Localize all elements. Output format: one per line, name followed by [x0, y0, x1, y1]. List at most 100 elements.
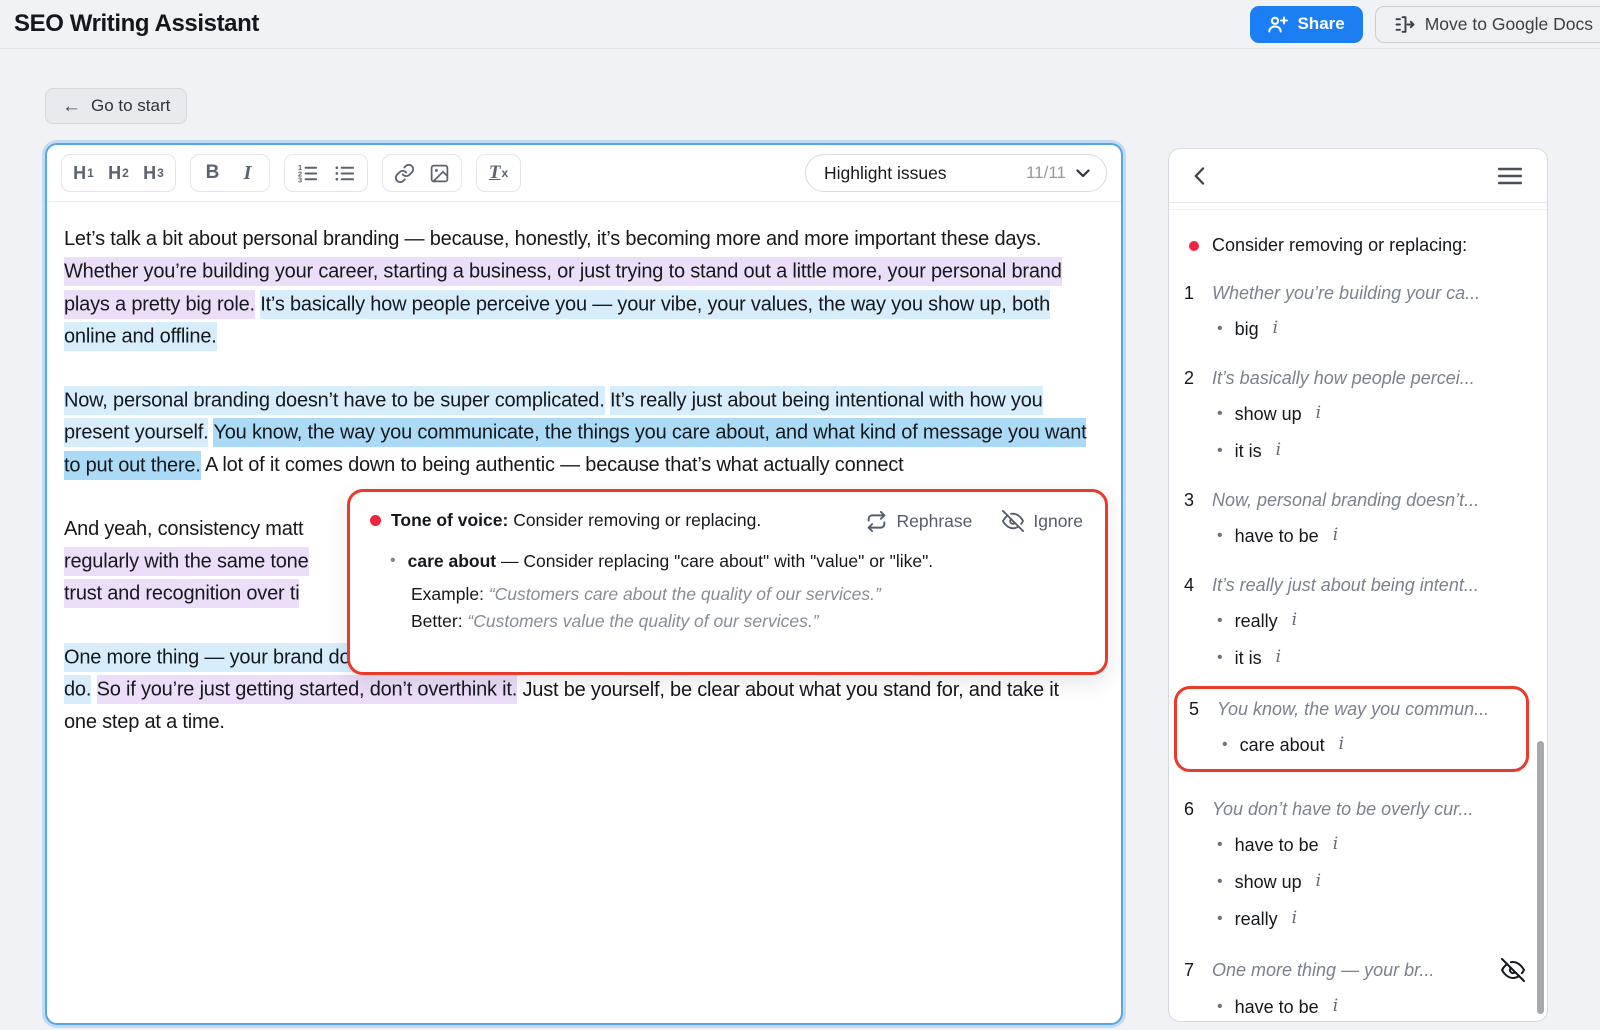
suggestion-row[interactable]: • it is i	[1217, 439, 1525, 463]
issue-title[interactable]: You don’t have to be overly cur...	[1212, 799, 1474, 820]
issue-number: 6	[1184, 799, 1212, 820]
info-icon[interactable]: i	[1316, 403, 1321, 423]
issue-item-3[interactable]: 3Now, personal branding doesn’t...•have …	[1184, 490, 1525, 548]
suggestion-label[interactable]: really	[1235, 909, 1278, 930]
bullet-dot: •	[1217, 442, 1223, 460]
suggestion-label[interactable]: it is	[1235, 441, 1262, 462]
bullet-dot: •	[1217, 910, 1223, 928]
suggestion-row[interactable]: • have to be i	[1217, 833, 1525, 857]
eye-off-icon[interactable]	[1501, 958, 1525, 982]
issue-item-7[interactable]: 7One more thing — your br... • have to be i	[1184, 958, 1525, 1019]
info-icon[interactable]: i	[1316, 871, 1321, 891]
issue-title[interactable]: You know, the way you commun...	[1217, 699, 1489, 720]
highlight-issues-dropdown[interactable]: Highlight issues 11/11	[805, 154, 1107, 192]
svg-text:3: 3	[298, 175, 302, 184]
link-icon[interactable]	[388, 158, 421, 188]
italic-button[interactable]: I	[231, 158, 264, 188]
bullet-dot: •	[1217, 836, 1223, 854]
scrollbar-thumb[interactable]	[1537, 741, 1544, 1014]
issue-title[interactable]: One more thing — your br...	[1212, 960, 1434, 981]
info-icon[interactable]: i	[1292, 610, 1297, 630]
highlighted-issue-text[interactable]: So if you’re just getting started, don’t…	[97, 675, 518, 704]
info-icon[interactable]: i	[1276, 647, 1281, 667]
suggestion-row[interactable]: • show up i	[1217, 402, 1525, 426]
move-to-google-docs-button[interactable]: Move to Google Docs	[1375, 6, 1600, 43]
clear-formatting-icon[interactable]: Tx	[482, 158, 515, 188]
suggestion-row[interactable]: • reallyi	[1217, 907, 1525, 931]
ignore-button[interactable]: Ignore	[1002, 510, 1083, 532]
issue-item-5[interactable]: 5You know, the way you commun...•care ab…	[1174, 686, 1529, 772]
editor-paragraph[interactable]: Now, personal branding doesn’t have to b…	[64, 384, 1091, 482]
issue-item-2[interactable]: 2It’s basically how people percei...•sho…	[1184, 368, 1525, 463]
issue-title[interactable]: It’s basically how people percei...	[1212, 368, 1475, 389]
issue-number: 4	[1184, 575, 1212, 596]
suggestion-row[interactable]: • have to be i	[1217, 995, 1525, 1019]
chevron-down-icon	[1066, 169, 1090, 178]
move-button-label: Move to Google Docs	[1425, 14, 1593, 35]
ordered-list-icon[interactable]: 1 2 3	[290, 158, 325, 188]
bullet-dot: •	[390, 548, 396, 574]
go-to-start-button[interactable]: ← Go to start	[45, 88, 187, 124]
editor-text: A lot of it comes down to being authenti…	[201, 454, 904, 476]
chevron-left-icon[interactable]	[1194, 167, 1205, 185]
highlighted-issue-text[interactable]: Now, personal branding doesn’t have to b…	[64, 386, 605, 415]
suggestion-row[interactable]: •have to bei	[1217, 524, 1525, 548]
suggestion-label[interactable]: it is	[1235, 648, 1262, 669]
suggestion-label[interactable]: big	[1235, 319, 1259, 340]
issue-group-label: Consider removing or replacing:	[1212, 235, 1467, 256]
issue-item-4[interactable]: 4It’s really just about being intent... •…	[1184, 575, 1525, 670]
sidebar-header	[1169, 149, 1547, 203]
bullet-dot: •	[1217, 320, 1223, 338]
info-icon[interactable]: i	[1333, 525, 1338, 545]
editor-toolbar: H1 H2 H3 B I 1 2 3	[47, 145, 1121, 202]
suggestion-label[interactable]: have to be	[1235, 835, 1319, 856]
bullet-dot: •	[1217, 998, 1223, 1016]
suggestion-row[interactable]: • show up i	[1217, 870, 1525, 894]
unordered-list-icon[interactable]	[327, 158, 362, 188]
suggestion-row[interactable]: • reallyi	[1217, 609, 1525, 633]
insert-button-group	[382, 154, 462, 192]
suggestion-label[interactable]: have to be	[1235, 526, 1319, 547]
issue-title[interactable]: Now, personal branding doesn’t...	[1212, 490, 1479, 511]
suggestion-label[interactable]: care about	[1240, 735, 1325, 756]
highlighted-issue-text[interactable]: regularly with the same tone	[64, 547, 309, 576]
issue-item-1[interactable]: 1Whether you’re building your ca...•bigi	[1184, 283, 1525, 341]
info-icon[interactable]: i	[1339, 734, 1344, 754]
issue-title[interactable]: Whether you’re building your ca...	[1212, 283, 1480, 304]
info-icon[interactable]: i	[1333, 996, 1338, 1016]
bullet-dot: •	[1217, 612, 1223, 630]
suggestion-label[interactable]: show up	[1235, 404, 1302, 425]
h1-button[interactable]: H1	[67, 158, 100, 188]
editor-paragraph[interactable]: Let’s talk a bit about personal branding…	[64, 223, 1091, 353]
share-button[interactable]: Share	[1250, 6, 1362, 43]
editor-text: And yeah, consistency matt	[64, 518, 303, 540]
issue-title[interactable]: It’s really just about being intent...	[1212, 575, 1479, 596]
suggestion-row[interactable]: • bigi	[1217, 317, 1525, 341]
info-icon[interactable]: i	[1273, 318, 1278, 338]
h3-button[interactable]: H3	[137, 158, 170, 188]
highlighted-issue-text[interactable]: trust and recognition over ti	[64, 579, 299, 608]
issue-item-6[interactable]: 6You don’t have to be overly cur... • have…	[1184, 799, 1525, 931]
bullet-dot: •	[1217, 405, 1223, 423]
image-icon[interactable]	[423, 158, 456, 188]
suggestion-label[interactable]: show up	[1235, 872, 1302, 893]
info-icon[interactable]: i	[1276, 440, 1281, 460]
arrow-left-icon: ←	[62, 97, 81, 116]
rephrase-button[interactable]: Rephrase	[866, 510, 972, 532]
issue-dot	[370, 515, 381, 526]
info-icon[interactable]: i	[1292, 908, 1297, 928]
suggestion-label[interactable]: have to be	[1235, 997, 1319, 1018]
bold-button[interactable]: B	[196, 158, 229, 188]
info-icon[interactable]: i	[1333, 834, 1338, 854]
issue-number: 7	[1184, 960, 1212, 981]
page-title: SEO Writing Assistant	[14, 10, 259, 38]
bullet-dot: •	[1217, 873, 1223, 891]
h2-button[interactable]: H2	[102, 158, 135, 188]
rephrase-icon	[866, 511, 887, 532]
issues-sidebar: Consider removing or replacing: 1Whether…	[1168, 148, 1548, 1022]
highlight-issues-count: 11/11	[1026, 163, 1066, 183]
suggestion-label[interactable]: really	[1235, 611, 1278, 632]
suggestion-row[interactable]: •care abouti	[1222, 733, 1516, 757]
suggestion-row[interactable]: •it isi	[1217, 646, 1525, 670]
menu-icon[interactable]	[1498, 167, 1522, 185]
